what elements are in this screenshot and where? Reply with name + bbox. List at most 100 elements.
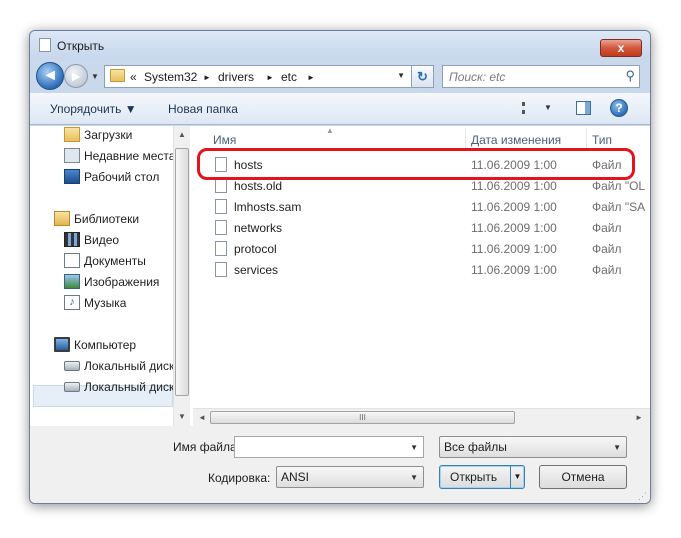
column-divider[interactable] bbox=[465, 128, 466, 148]
file-row-services[interactable]: services 11.06.2009 1:00 Файл bbox=[193, 259, 650, 280]
column-header-name[interactable]: Имя bbox=[213, 133, 236, 147]
address-bar[interactable]: « System32 ► drivers ► etc ► ▼ bbox=[104, 65, 412, 88]
file-type: Файл bbox=[592, 221, 622, 235]
file-type-filter-select[interactable]: Все файлы ▼ bbox=[439, 436, 627, 458]
file-icon bbox=[215, 157, 227, 172]
title-bar[interactable]: Открыть x bbox=[30, 31, 650, 59]
recent-pages-chevron-down-icon[interactable]: ▼ bbox=[91, 72, 99, 81]
file-icon bbox=[215, 262, 227, 277]
file-icon bbox=[215, 199, 227, 214]
file-list-horizontal-scrollbar[interactable]: ◄ III ► bbox=[193, 408, 650, 426]
file-list: ▲ Имя Дата изменения Тип hosts 11.06.200… bbox=[193, 126, 650, 426]
documents-icon bbox=[64, 253, 80, 268]
preview-pane-icon[interactable] bbox=[576, 101, 591, 115]
file-date: 11.06.2009 1:00 bbox=[471, 263, 557, 277]
views-icon[interactable] bbox=[522, 102, 536, 114]
breadcrumb-separator-icon[interactable]: ► bbox=[266, 73, 274, 82]
file-row-hosts[interactable]: hosts 11.06.2009 1:00 Файл bbox=[193, 154, 650, 175]
file-name: hosts.old bbox=[234, 179, 283, 193]
open-file-dialog: Открыть x ◄ ► ▼ « System32 ► drivers ► e… bbox=[29, 30, 651, 504]
encoding-value: ANSI bbox=[281, 470, 310, 484]
sidebar-item-label: Локальный диск bbox=[84, 380, 175, 394]
back-button[interactable]: ◄ bbox=[36, 62, 64, 90]
scroll-up-icon[interactable]: ▲ bbox=[178, 130, 186, 139]
file-type: Файл "SA bbox=[592, 200, 646, 214]
search-placeholder: Поиск: etc bbox=[449, 70, 506, 84]
close-button[interactable]: x bbox=[600, 39, 642, 57]
new-folder-button[interactable]: Новая папка bbox=[168, 102, 238, 116]
file-type: Файл bbox=[592, 242, 622, 256]
sidebar-scroll-thumb[interactable] bbox=[175, 148, 189, 396]
file-icon bbox=[215, 178, 227, 193]
file-name: networks bbox=[234, 221, 283, 235]
refresh-button[interactable]: ↻ bbox=[412, 65, 434, 88]
breadcrumb-drivers[interactable]: drivers bbox=[218, 70, 254, 84]
desktop-icon bbox=[64, 169, 80, 184]
file-icon bbox=[215, 241, 227, 256]
column-header-type[interactable]: Тип bbox=[592, 133, 612, 147]
open-button[interactable]: Открыть ▼ bbox=[439, 465, 525, 489]
sidebar-item-label: Загрузки bbox=[84, 128, 133, 142]
encoding-label: Кодировка: bbox=[208, 471, 271, 485]
file-row-networks[interactable]: networks 11.06.2009 1:00 Файл bbox=[193, 217, 650, 238]
scroll-left-icon[interactable]: ◄ bbox=[198, 413, 206, 422]
file-row-protocol[interactable]: protocol 11.06.2009 1:00 Файл bbox=[193, 238, 650, 259]
bottom-panel: Имя файла: ▼ Все файлы ▼ Кодировка: ANSI… bbox=[30, 426, 650, 503]
scroll-down-icon[interactable]: ▼ bbox=[178, 412, 186, 421]
file-name: protocol bbox=[234, 242, 277, 256]
column-header-date[interactable]: Дата изменения bbox=[471, 133, 561, 147]
address-row: ◄ ► ▼ « System32 ► drivers ► etc ► ▼ ↻ П… bbox=[30, 59, 650, 93]
sidebar-item-label: Рабочий стол bbox=[84, 170, 160, 184]
file-name: services bbox=[234, 263, 279, 277]
column-divider[interactable] bbox=[586, 128, 587, 148]
video-icon bbox=[64, 232, 80, 247]
address-dropdown-icon[interactable]: ▼ bbox=[397, 71, 405, 80]
breadcrumb-etc[interactable]: etc bbox=[281, 70, 297, 84]
scroll-right-icon[interactable]: ► bbox=[635, 413, 643, 422]
open-button-label: Открыть bbox=[450, 470, 498, 484]
window-title: Открыть bbox=[57, 39, 105, 53]
filename-field[interactable]: ▼ bbox=[234, 436, 424, 458]
forward-button[interactable]: ► bbox=[64, 64, 88, 88]
horizontal-scroll-thumb[interactable]: III bbox=[210, 411, 515, 424]
organize-button[interactable]: Упорядочить ▼ bbox=[50, 102, 137, 116]
sidebar-item-label: Видео bbox=[84, 233, 120, 247]
file-name: lmhosts.sam bbox=[234, 200, 302, 214]
column-header-row: ▲ Имя Дата изменения Тип bbox=[193, 126, 650, 150]
command-bar: Упорядочить ▼ Новая папка ▼ ? bbox=[30, 93, 650, 125]
file-name: hosts bbox=[234, 158, 263, 172]
music-icon: ♪ bbox=[64, 295, 80, 310]
open-options-chevron-down-icon[interactable]: ▼ bbox=[510, 466, 524, 488]
sidebar-item-label: Изображения bbox=[84, 275, 160, 289]
breadcrumb-system32[interactable]: System32 bbox=[144, 70, 197, 84]
breadcrumb-separator-icon[interactable]: ► bbox=[203, 73, 211, 82]
file-date: 11.06.2009 1:00 bbox=[471, 158, 557, 172]
breadcrumb-overflow[interactable]: « bbox=[130, 70, 137, 84]
sidebar-item-label: Локальный диск bbox=[84, 359, 175, 373]
help-icon[interactable]: ? bbox=[610, 99, 628, 117]
search-icon[interactable]: ⚲ bbox=[625, 68, 635, 84]
resize-grip-icon[interactable]: ⋰ bbox=[638, 491, 647, 502]
search-input[interactable]: Поиск: etc ⚲ bbox=[442, 65, 640, 88]
file-icon bbox=[215, 220, 227, 235]
file-date: 11.06.2009 1:00 bbox=[471, 200, 557, 214]
filename-label: Имя файла: bbox=[173, 440, 240, 454]
file-date: 11.06.2009 1:00 bbox=[471, 179, 557, 193]
file-type-filter-dropdown-icon[interactable]: ▼ bbox=[613, 443, 621, 452]
file-type: Файл bbox=[592, 263, 622, 277]
dialog-icon bbox=[39, 38, 51, 52]
encoding-select[interactable]: ANSI ▼ bbox=[276, 466, 424, 488]
sidebar-scrollbar[interactable]: ▲ ▼ bbox=[173, 126, 190, 426]
views-chevron-down-icon[interactable]: ▼ bbox=[544, 103, 552, 112]
file-type: Файл "OL bbox=[592, 179, 646, 193]
file-row-lmhosts-sam[interactable]: lmhosts.sam 11.06.2009 1:00 Файл "SA bbox=[193, 196, 650, 217]
folder-icon bbox=[110, 69, 125, 82]
file-row-hosts-old[interactable]: hosts.old 11.06.2009 1:00 Файл "OL bbox=[193, 175, 650, 196]
encoding-dropdown-icon[interactable]: ▼ bbox=[410, 473, 418, 482]
images-icon bbox=[64, 274, 80, 289]
navigation-pane: Загрузки Недавние места Рабочий стол Биб… bbox=[30, 126, 193, 426]
filename-dropdown-icon[interactable]: ▼ bbox=[410, 443, 418, 452]
breadcrumb-separator-icon[interactable]: ► bbox=[307, 73, 315, 82]
cancel-button[interactable]: Отмена bbox=[539, 465, 627, 489]
libraries-icon bbox=[54, 211, 70, 226]
